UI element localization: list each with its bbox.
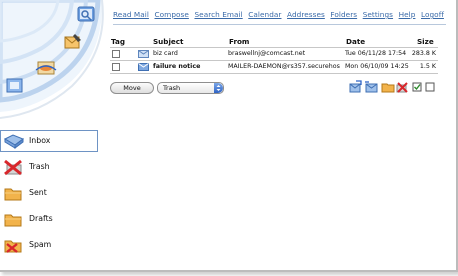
table-row[interactable]: failure notice MAILER-DAEMON@rs357.secur… [110,61,438,73]
read-envelope-icon [138,50,149,58]
select-all-checkbox-icon[interactable] [412,80,423,94]
folder-item-spam[interactable]: Spam [0,234,98,256]
table-row[interactable]: biz card braswellnj@comcast.net Tue 06/1… [110,48,438,60]
message-size: 283.8 K [411,50,436,57]
folder-item-drafts[interactable]: Drafts [0,208,98,230]
message-subject[interactable]: failure notice [153,63,200,70]
folder-item-trash[interactable]: Trash [0,156,98,178]
nav-divider [113,24,446,25]
message-from: braswellnj@comcast.net [228,50,306,57]
nav-read-mail[interactable]: Read Mail [113,10,149,19]
folder-label: Inbox [29,136,51,145]
trash-icon [4,159,22,176]
message-from: MAILER-DAEMON@rs357.securehost... [228,63,340,70]
move-to-folder-icon[interactable] [381,80,395,94]
column-header-date[interactable]: Date [346,37,365,46]
spam-folder-icon [4,240,22,253]
folder-label: Spam [29,240,52,249]
addresses-icon[interactable] [4,76,26,96]
folder-label: Drafts [29,214,53,223]
folder-item-sent[interactable]: Sent [0,182,98,204]
select-none-checkbox-icon[interactable] [425,80,436,94]
nav-logoff[interactable]: Logoff [421,10,444,19]
nav-search-email[interactable]: Search Email [194,10,242,19]
selected-folder: Trash [163,84,181,92]
message-subject[interactable]: biz card [153,50,178,57]
move-target-select[interactable]: Trash [157,82,224,94]
search-mail-icon[interactable] [76,5,98,25]
nav-compose[interactable]: Compose [155,10,189,19]
reply-all-icon[interactable] [364,80,379,94]
top-navigation: Read Mail Compose Search Email Calendar … [113,10,447,19]
message-size: 1.5 K [419,63,436,70]
message-select-checkbox[interactable] [112,63,120,71]
forward-message-icon[interactable] [349,80,363,94]
nav-settings[interactable]: Settings [363,10,393,19]
message-date: Tue 06/11/28 17:54 [345,50,407,57]
sent-folder-icon [4,188,22,201]
folder-item-inbox[interactable]: Inbox [0,130,98,152]
delete-icon[interactable] [396,80,409,94]
message-date: Mon 06/10/09 14:25 [345,63,409,70]
nav-calendar[interactable]: Calendar [248,10,281,19]
folder-label: Sent [29,188,47,197]
drafts-folder-icon [4,214,22,227]
column-header-tag[interactable]: Tag [111,37,125,46]
column-header-subject[interactable]: Subject [153,37,183,46]
webmail-window: Read Mail Compose Search Email Calendar … [0,0,458,272]
select-arrows-icon [214,83,223,93]
inbox-icon [3,134,25,149]
nav-help[interactable]: Help [399,10,416,19]
nav-addresses[interactable]: Addresses [287,10,325,19]
unread-envelope-icon [138,63,149,71]
column-header-size[interactable]: Size [417,37,434,46]
nav-folders[interactable]: Folders [330,10,357,19]
row-divider [110,73,438,74]
message-select-checkbox[interactable] [112,50,120,58]
calendar-icon[interactable] [34,58,58,78]
compose-icon[interactable] [62,32,84,52]
move-button[interactable]: Move [110,82,154,94]
folder-label: Trash [29,162,50,171]
column-header-from[interactable]: From [229,37,249,46]
